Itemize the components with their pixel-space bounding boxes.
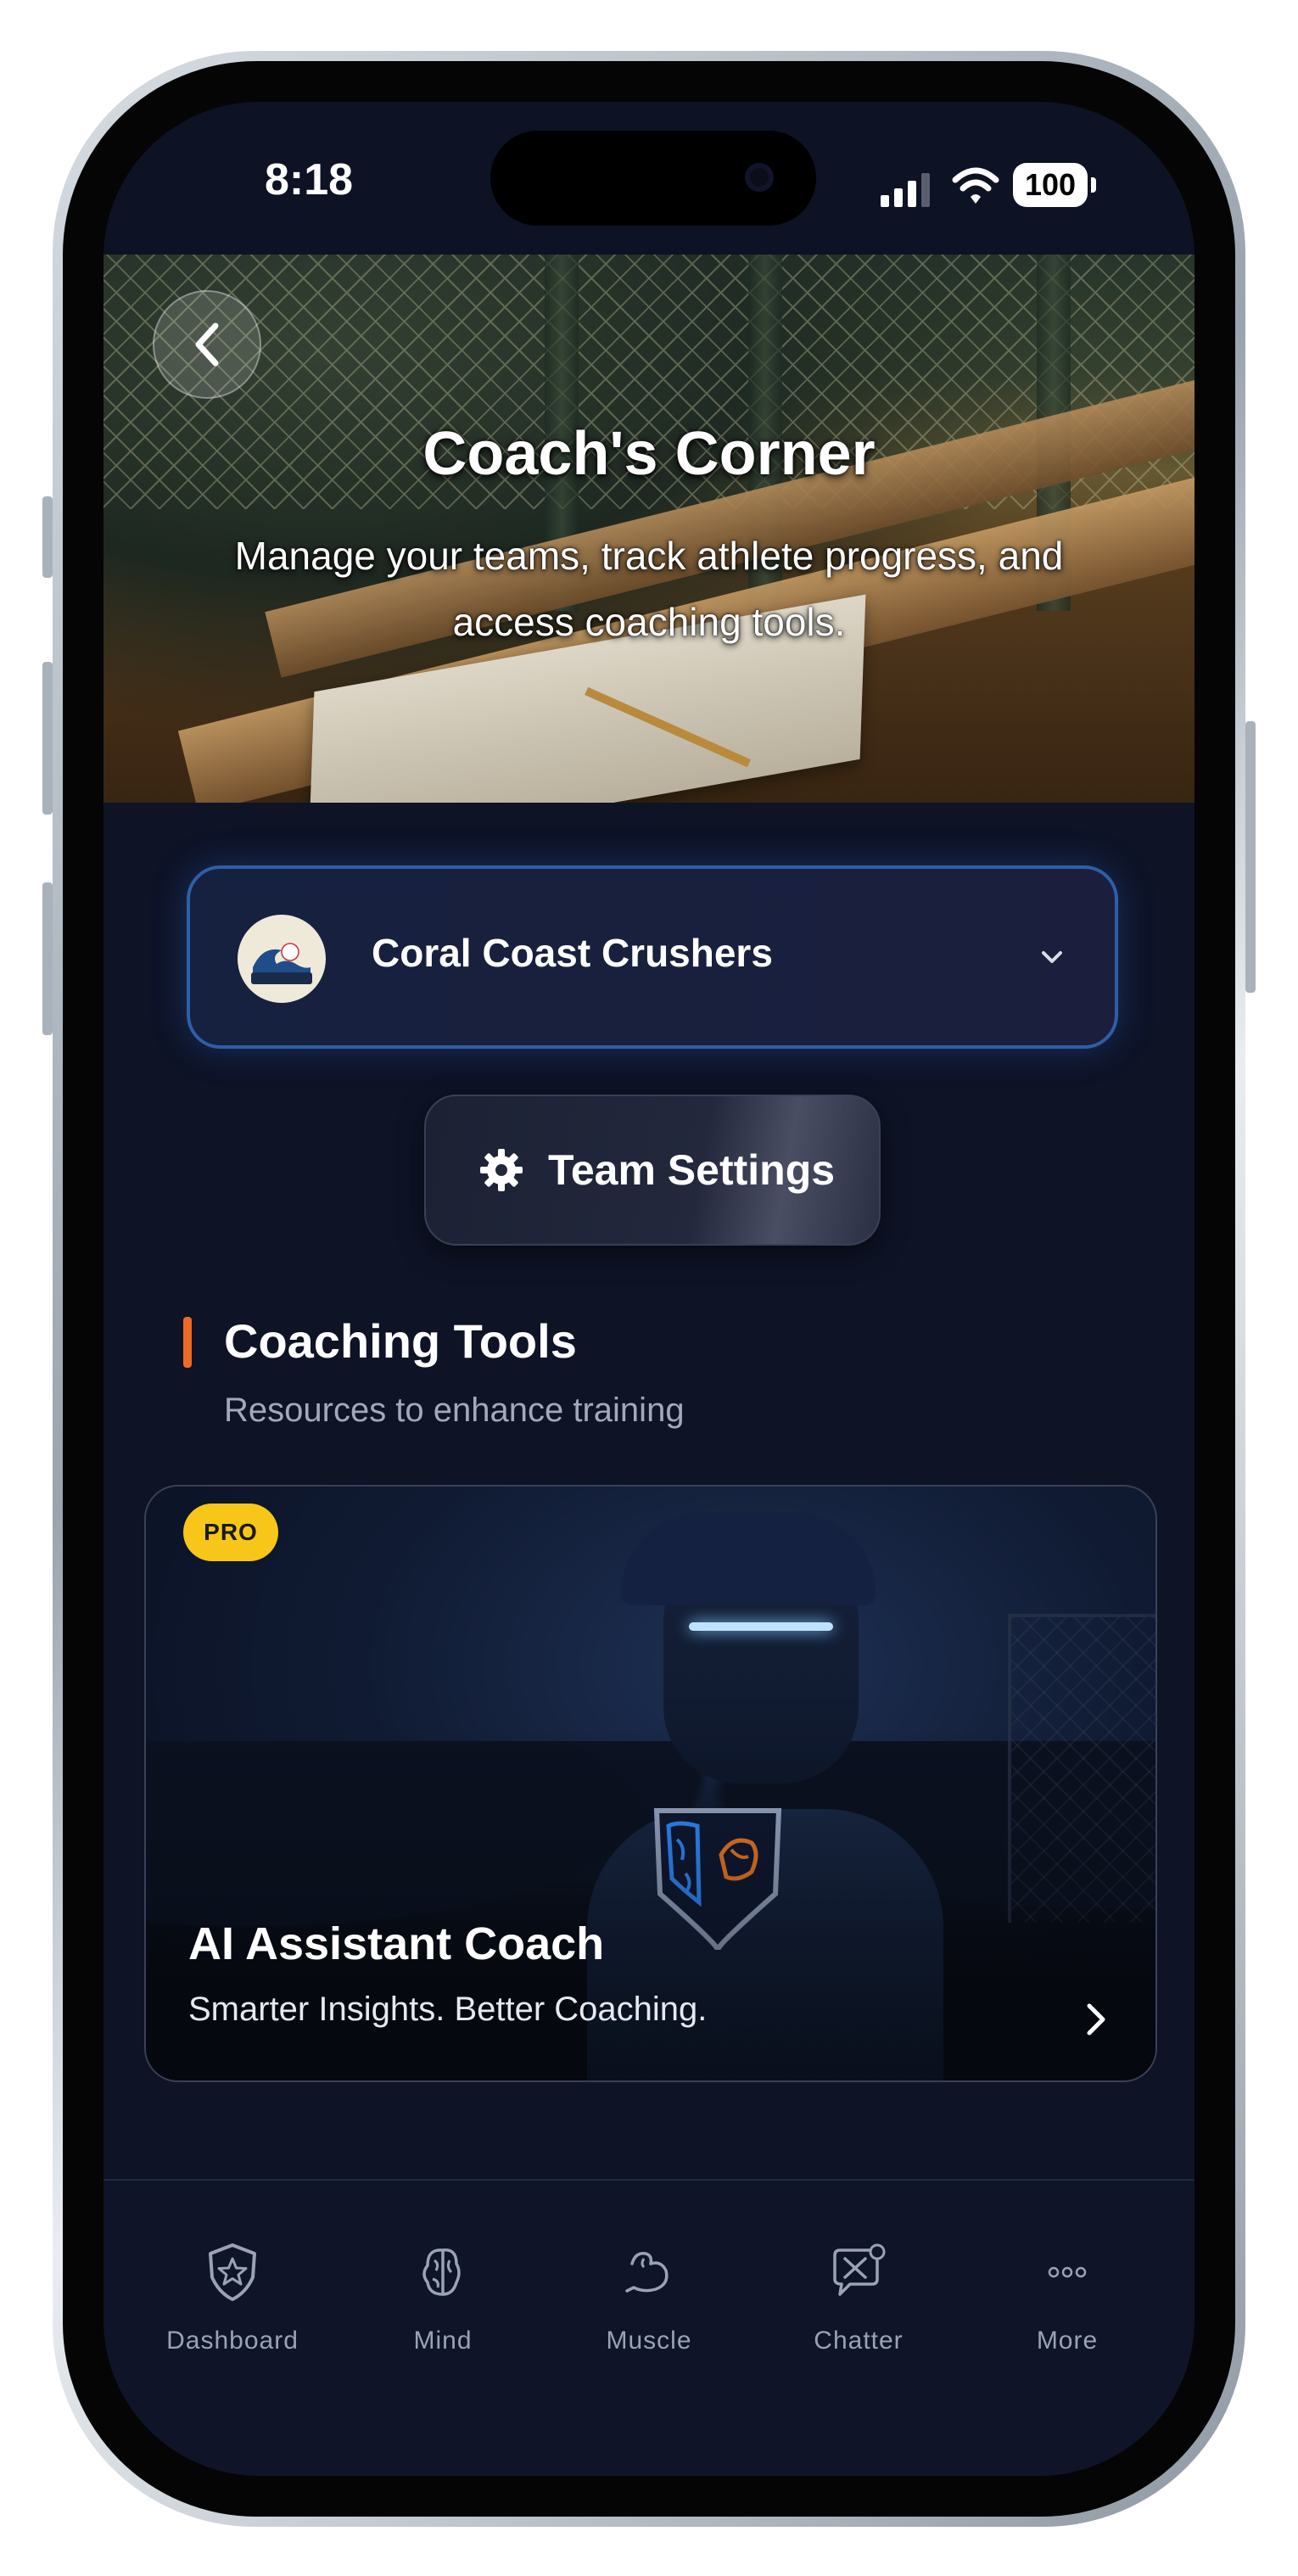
tab-label: Chatter: [814, 2327, 904, 2355]
app-screen: 8:18 100 Coach's Corner Manage your team…: [104, 102, 1194, 2476]
tab-label: Dashboard: [166, 2327, 299, 2355]
section-subtitle: Resources to enhance training: [224, 1392, 685, 1429]
team-name: Coral Coast Crushers: [372, 931, 773, 975]
tab-bar: Dashboard Mind Muscle Chatter More: [104, 2179, 1194, 2476]
back-button[interactable]: [153, 290, 261, 399]
status-time: 8:18: [265, 155, 354, 204]
flexed-arm-icon: [625, 2252, 669, 2293]
gear-icon: [480, 1149, 523, 1191]
volume-down-button: [42, 882, 53, 1035]
chevron-right-icon: [1087, 2003, 1105, 2036]
more-dots-icon: [1048, 2266, 1087, 2278]
team-selector[interactable]: Coral Coast Crushers: [187, 865, 1118, 1049]
front-camera: [745, 163, 774, 192]
tab-chatter[interactable]: Chatter: [774, 2238, 943, 2355]
tab-label: Muscle: [606, 2327, 692, 2355]
hero-banner: Coach's Corner Manage your teams, track …: [104, 255, 1194, 803]
page-subtitle: Manage your teams, track athlete progres…: [234, 534, 1064, 644]
star-shield-icon: [209, 2243, 256, 2301]
page-title: Coach's Corner: [422, 420, 876, 488]
team-logo: [238, 915, 326, 1003]
cellular-signal-icon: [881, 173, 930, 207]
battery-indicator: 100: [1013, 163, 1096, 207]
team-settings-label: Team Settings: [548, 1146, 836, 1194]
chevron-left-icon: [195, 322, 219, 367]
card-title: AI Assistant Coach: [188, 1918, 605, 1969]
tab-label: More: [1036, 2327, 1099, 2355]
card-subtitle: Smarter Insights. Better Coaching.: [188, 1991, 708, 2028]
dynamic-island: [490, 131, 816, 226]
team-settings-button[interactable]: Team Settings: [424, 1095, 881, 1246]
chat-bubble-icon: [833, 2243, 886, 2296]
action-button: [42, 496, 53, 578]
tab-mind[interactable]: Mind: [358, 2238, 528, 2355]
volume-up-button: [42, 662, 53, 815]
power-button: [1245, 721, 1256, 993]
section-title: Coaching Tools: [224, 1314, 577, 1368]
pro-badge: PRO: [183, 1504, 278, 1561]
section-accent-bar: [183, 1317, 192, 1368]
wifi-icon: [952, 167, 999, 204]
tab-dashboard[interactable]: Dashboard: [148, 2238, 317, 2355]
tab-label: Mind: [413, 2327, 473, 2355]
ai-assistant-coach-card[interactable]: PRO AI Assistant Coach Smarter Insights.…: [144, 1485, 1157, 2082]
tab-muscle[interactable]: Muscle: [564, 2238, 734, 2355]
brain-icon: [422, 2248, 461, 2296]
tab-more[interactable]: More: [982, 2238, 1152, 2355]
status-bar: 8:18 100: [104, 102, 1194, 255]
team-logo-graphic: [239, 916, 324, 1001]
chevron-down-icon: [1042, 951, 1062, 963]
